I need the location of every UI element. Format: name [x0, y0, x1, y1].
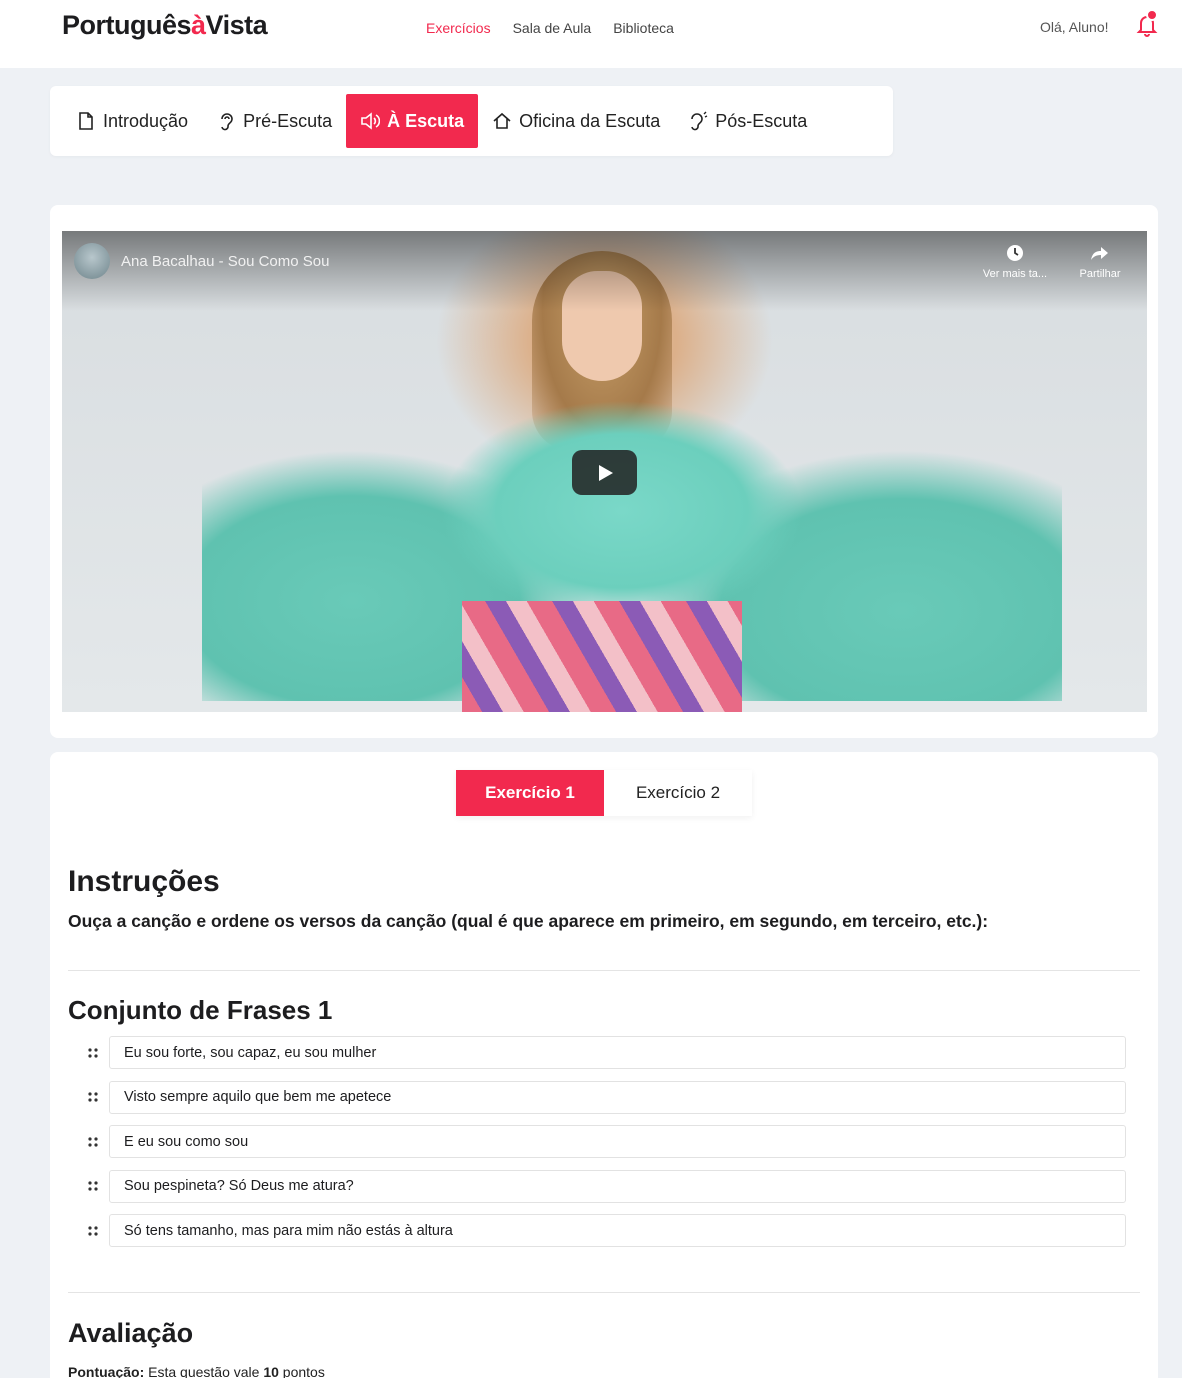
nav-item-exercicios[interactable]: Exercícios: [426, 20, 491, 36]
clock-icon: [1007, 245, 1023, 261]
nav-item-biblioteca[interactable]: Biblioteca: [613, 20, 674, 36]
tab-exercicio-2[interactable]: Exercício 2: [604, 770, 752, 816]
top-navbar: PortuguêsàVista Exercícios Sala de Aula …: [0, 0, 1182, 68]
drag-handle-icon[interactable]: [76, 1170, 109, 1203]
drag-handle-icon[interactable]: [76, 1081, 109, 1114]
video-frame-skirt: [462, 601, 742, 712]
divider: [68, 970, 1140, 971]
drag-handle-icon[interactable]: [76, 1036, 109, 1069]
ear-sound-icon: [691, 111, 708, 131]
step-pos-escuta[interactable]: Pós-Escuta: [674, 94, 821, 148]
video-card: Ana Bacalhau - Sou Como Sou Ver mais ta.…: [50, 205, 1158, 738]
sentence-item[interactable]: Só tens tamanho, mas para mim não estás …: [109, 1214, 1126, 1247]
site-logo[interactable]: PortuguêsàVista: [62, 10, 268, 41]
sentence-item[interactable]: Sou pespineta? Só Deus me atura?: [109, 1169, 1126, 1203]
list-item: Visto sempre aquilo que bem me apetece: [76, 1080, 1126, 1114]
notification-badge: [1146, 9, 1158, 21]
user-greeting[interactable]: Olá, Aluno!: [1040, 19, 1109, 35]
exercise-tabs: Exercício 1 Exercício 2: [456, 770, 752, 816]
main-nav: Exercícios Sala de Aula Biblioteca: [426, 20, 674, 36]
share-button[interactable]: Partilhar: [1065, 243, 1135, 280]
sortable-sentence-list: Eu sou forte, sou capaz, eu sou mulher V…: [76, 1036, 1126, 1259]
sentence-set-heading: Conjunto de Frases 1: [68, 995, 333, 1025]
evaluation-heading: Avaliação: [68, 1318, 194, 1348]
video-player[interactable]: Ana Bacalhau - Sou Como Sou Ver mais ta.…: [62, 231, 1147, 712]
divider: [68, 1292, 1140, 1293]
instructions-text: Ouça a canção e ordene os versos da canç…: [68, 911, 989, 931]
sentence-item[interactable]: Eu sou forte, sou capaz, eu sou mulher: [109, 1036, 1126, 1069]
score-text: Pontuação: Esta questão vale 10 pontos: [68, 1364, 325, 1378]
ear-icon: [221, 113, 233, 131]
sentence-item[interactable]: Visto sempre aquilo que bem me apetece: [109, 1080, 1126, 1114]
list-item: E eu sou como sou: [76, 1125, 1126, 1158]
list-item: Sou pespineta? Só Deus me atura?: [76, 1169, 1126, 1203]
step-oficina-da-escuta[interactable]: Oficina da Escuta: [478, 94, 674, 148]
play-button[interactable]: [572, 450, 637, 495]
list-item: Só tens tamanho, mas para mim não estás …: [76, 1214, 1126, 1247]
step-a-escuta[interactable]: À Escuta: [346, 94, 479, 148]
share-arrow-icon: [1091, 247, 1108, 260]
step-introducao[interactable]: Introdução: [62, 94, 202, 148]
drag-handle-icon[interactable]: [76, 1214, 109, 1247]
exercise-card: Exercício 1 Exercício 2 Instruções Ouça …: [50, 752, 1158, 1378]
sentence-item[interactable]: E eu sou como sou: [109, 1125, 1126, 1158]
document-icon: [79, 112, 93, 130]
instructions-heading: Instruções: [68, 865, 220, 898]
step-pre-escuta[interactable]: Pré-Escuta: [202, 94, 346, 148]
speaker-icon: [361, 112, 381, 130]
list-item: Eu sou forte, sou capaz, eu sou mulher: [76, 1036, 1126, 1069]
tab-exercicio-1[interactable]: Exercício 1: [456, 770, 604, 816]
drag-handle-icon[interactable]: [76, 1125, 109, 1158]
channel-avatar[interactable]: [74, 243, 110, 279]
video-title[interactable]: Ana Bacalhau - Sou Como Sou: [121, 253, 329, 270]
lesson-steps: Introdução Pré-Escuta À Escuta Oficina d…: [50, 86, 893, 156]
home-icon: [493, 112, 511, 129]
nav-item-sala-de-aula[interactable]: Sala de Aula: [513, 20, 592, 36]
watch-later-button[interactable]: Ver mais ta...: [980, 243, 1050, 280]
